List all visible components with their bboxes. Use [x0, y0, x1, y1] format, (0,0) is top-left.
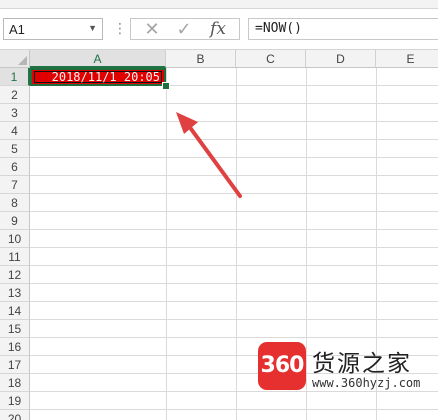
formula-actions: ✕ ✓ fx [130, 18, 240, 40]
row-header-5[interactable]: 5 [0, 140, 30, 158]
gridline [30, 121, 438, 122]
gridline [30, 139, 438, 140]
row-header-18[interactable]: 18 [0, 374, 30, 392]
row-header-11[interactable]: 11 [0, 248, 30, 266]
watermark: 360 货源之家 www.360hyzj.com [258, 342, 438, 402]
gridline [30, 157, 438, 158]
fill-handle[interactable] [162, 82, 170, 90]
row-header-2[interactable]: 2 [0, 86, 30, 104]
gridline [30, 247, 438, 248]
formula-input[interactable]: =NOW() [248, 18, 438, 40]
column-header-e[interactable]: E [376, 50, 438, 68]
row-header-1[interactable]: 1 [0, 68, 30, 86]
row-header-13[interactable]: 13 [0, 284, 30, 302]
more-icon: ⋮ [113, 20, 127, 36]
ribbon-group-labels [0, 0, 438, 9]
column-header-b[interactable]: B [166, 50, 236, 68]
watermark-title: 货源之家 [312, 351, 412, 377]
name-box-value: A1 [9, 22, 25, 37]
watermark-url: www.360hyzj.com [312, 376, 421, 390]
gridline [30, 409, 438, 410]
formula-text: =NOW() [255, 21, 302, 36]
row-header-3[interactable]: 3 [0, 104, 30, 122]
gridline [30, 319, 438, 320]
row-header-6[interactable]: 6 [0, 158, 30, 176]
name-box[interactable]: A1 ▼ [3, 18, 103, 40]
row-header-17[interactable]: 17 [0, 356, 30, 374]
watermark-logo: 360 [258, 342, 306, 390]
row-header-4[interactable]: 4 [0, 122, 30, 140]
row-header-14[interactable]: 14 [0, 302, 30, 320]
row-header-20[interactable]: 20 [0, 410, 30, 420]
select-all-button[interactable] [0, 50, 30, 68]
row-header-7[interactable]: 7 [0, 176, 30, 194]
gridline [30, 265, 438, 266]
gridline [30, 211, 438, 212]
gridline [30, 229, 438, 230]
gridline [30, 283, 438, 284]
column-header-a[interactable]: A [30, 50, 166, 68]
gridline [30, 103, 438, 104]
cell-a1-value: 2018/11/1 20:05 [51, 70, 160, 84]
row-header-19[interactable]: 19 [0, 392, 30, 410]
row-header-8[interactable]: 8 [0, 194, 30, 212]
column-header-d[interactable]: D [306, 50, 376, 68]
formula-bar: A1 ▼ ⋮ ✕ ✓ fx =NOW() [0, 9, 438, 50]
row-header-16[interactable]: 16 [0, 338, 30, 356]
row-header-9[interactable]: 9 [0, 212, 30, 230]
cancel-icon[interactable]: ✕ [137, 19, 167, 39]
gridline [30, 193, 438, 194]
chevron-down-icon[interactable]: ▼ [88, 23, 97, 33]
gridline [30, 337, 438, 338]
row-header-10[interactable]: 10 [0, 230, 30, 248]
row-header-12[interactable]: 12 [0, 266, 30, 284]
gridline [30, 175, 438, 176]
insert-function-icon[interactable]: fx [203, 19, 233, 39]
column-header-c[interactable]: C [236, 50, 306, 68]
gridline [30, 301, 438, 302]
cell-a1[interactable]: 2018/11/1 20:05 [30, 68, 166, 86]
row-header-15[interactable]: 15 [0, 320, 30, 338]
enter-icon[interactable]: ✓ [169, 19, 199, 39]
